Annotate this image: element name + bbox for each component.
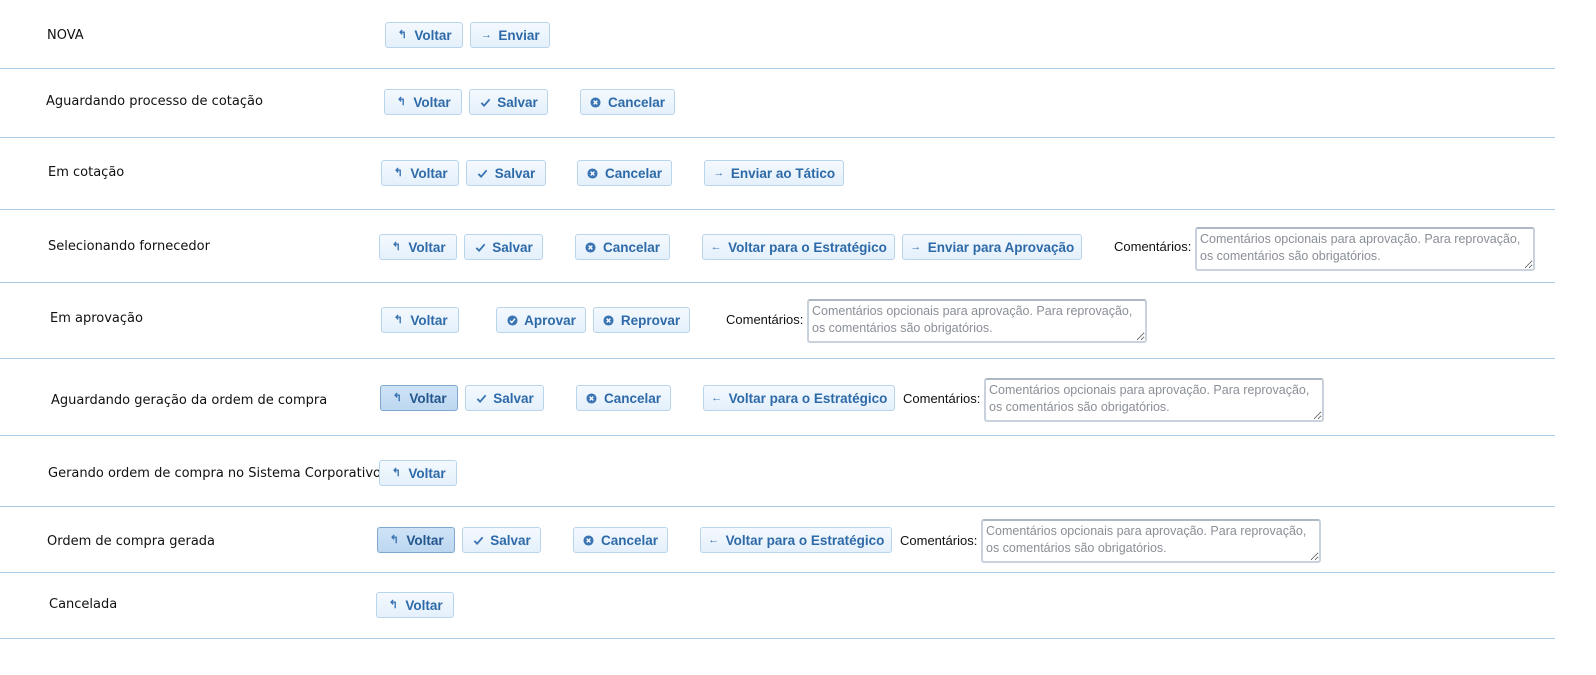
salvar-button[interactable]: Salvar: [464, 234, 543, 260]
voltar-para-estrategico-button[interactable]: ← Voltar para o Estratégico: [700, 527, 892, 553]
enviar-button[interactable]: → Enviar: [470, 22, 550, 48]
undo-arrow-icon: ↰: [397, 28, 407, 41]
salvar-button[interactable]: Salvar: [466, 160, 546, 186]
cancelar-button[interactable]: Cancelar: [576, 385, 671, 411]
comments-field[interactable]: Comentários opcionais para aprovação. Pa…: [807, 299, 1147, 343]
status-label: Cancelada: [49, 597, 118, 612]
undo-arrow-icon: ↰: [388, 598, 398, 611]
check-icon: [477, 167, 489, 179]
check-icon: [472, 534, 484, 546]
cancelar-button[interactable]: Cancelar: [580, 89, 675, 115]
voltar-para-estrategico-button[interactable]: ← Voltar para o Estratégico: [703, 385, 895, 411]
salvar-button[interactable]: Salvar: [469, 89, 548, 115]
row-divider: [0, 209, 1555, 210]
comments-label: Comentários:: [900, 533, 978, 548]
status-label: Gerando ordem de compra no Sistema Corpo…: [48, 466, 381, 481]
comments-field[interactable]: Comentários opcionais para aprovação. Pa…: [984, 378, 1324, 422]
status-label: Ordem de compra gerada: [47, 534, 216, 549]
salvar-button[interactable]: Salvar: [462, 527, 541, 553]
voltar-button[interactable]: ↰ Voltar: [381, 160, 459, 186]
voltar-button[interactable]: ↰ Voltar: [377, 527, 455, 553]
left-arrow-icon: ←: [708, 533, 720, 546]
cancel-circle-icon: [603, 314, 615, 326]
salvar-button[interactable]: Salvar: [465, 385, 544, 411]
voltar-button[interactable]: ↰ Voltar: [381, 307, 459, 333]
check-icon: [474, 241, 486, 253]
cancel-circle-icon: [586, 392, 598, 404]
row-divider: [0, 435, 1555, 436]
cancelar-button[interactable]: Cancelar: [577, 160, 672, 186]
voltar-button[interactable]: ↰ Voltar: [384, 89, 462, 115]
row-divider: [0, 506, 1555, 507]
row-divider: [0, 638, 1555, 639]
undo-arrow-icon: ↰: [391, 466, 401, 479]
left-arrow-icon: ←: [711, 391, 723, 404]
row-divider: [0, 358, 1555, 359]
voltar-button[interactable]: ↰ Voltar: [380, 385, 458, 411]
comments-label: Comentários:: [903, 391, 981, 406]
voltar-button[interactable]: ↰ Voltar: [379, 234, 457, 260]
check-icon: [475, 392, 487, 404]
cancel-circle-icon: [587, 167, 599, 179]
comments-label: Comentários:: [726, 312, 804, 327]
right-arrow-icon: →: [480, 28, 492, 41]
cancel-circle-icon: [590, 96, 602, 108]
row-divider: [0, 282, 1555, 283]
undo-arrow-icon: ↰: [391, 240, 401, 253]
row-divider: [0, 572, 1555, 573]
check-icon: [479, 96, 491, 108]
voltar-button[interactable]: ↰ Voltar: [385, 22, 463, 48]
aprovar-button[interactable]: Aprovar: [496, 307, 586, 333]
cancel-circle-icon: [585, 241, 597, 253]
status-label: NOVA: [47, 28, 84, 43]
enviar-para-aprovacao-button[interactable]: → Enviar para Aprovação: [902, 234, 1082, 260]
cancelar-button[interactable]: Cancelar: [573, 527, 668, 553]
voltar-button[interactable]: ↰ Voltar: [379, 460, 457, 486]
comments-field[interactable]: Comentários opcionais para aprovação. Pa…: [1195, 227, 1535, 271]
status-label: Aguardando processo de cotação: [46, 94, 263, 109]
status-label: Em aprovação: [50, 311, 143, 326]
undo-arrow-icon: ↰: [396, 95, 406, 108]
status-label: Em cotação: [48, 165, 125, 180]
right-arrow-icon: →: [713, 166, 725, 179]
undo-arrow-icon: ↰: [393, 313, 403, 326]
check-circle-icon: [506, 314, 518, 326]
comments-label: Comentários:: [1114, 239, 1192, 254]
cancel-circle-icon: [583, 534, 595, 546]
voltar-button[interactable]: ↰ Voltar: [376, 592, 454, 618]
cancelar-button[interactable]: Cancelar: [575, 234, 670, 260]
enviar-ao-tatico-button[interactable]: → Enviar ao Tático: [704, 160, 844, 186]
undo-arrow-icon: ↰: [392, 391, 402, 404]
status-label: Selecionando fornecedor: [48, 239, 210, 254]
row-divider: [0, 137, 1555, 138]
voltar-para-estrategico-button[interactable]: ← Voltar para o Estratégico: [702, 234, 895, 260]
reprovar-button[interactable]: Reprovar: [593, 307, 690, 333]
left-arrow-icon: ←: [710, 240, 722, 253]
undo-arrow-icon: ↰: [389, 533, 399, 546]
right-arrow-icon: →: [910, 240, 922, 253]
undo-arrow-icon: ↰: [393, 166, 403, 179]
status-label: Aguardando geração da ordem de compra: [51, 393, 328, 408]
comments-field[interactable]: Comentários opcionais para aprovação. Pa…: [981, 519, 1321, 563]
row-divider: [0, 68, 1555, 69]
